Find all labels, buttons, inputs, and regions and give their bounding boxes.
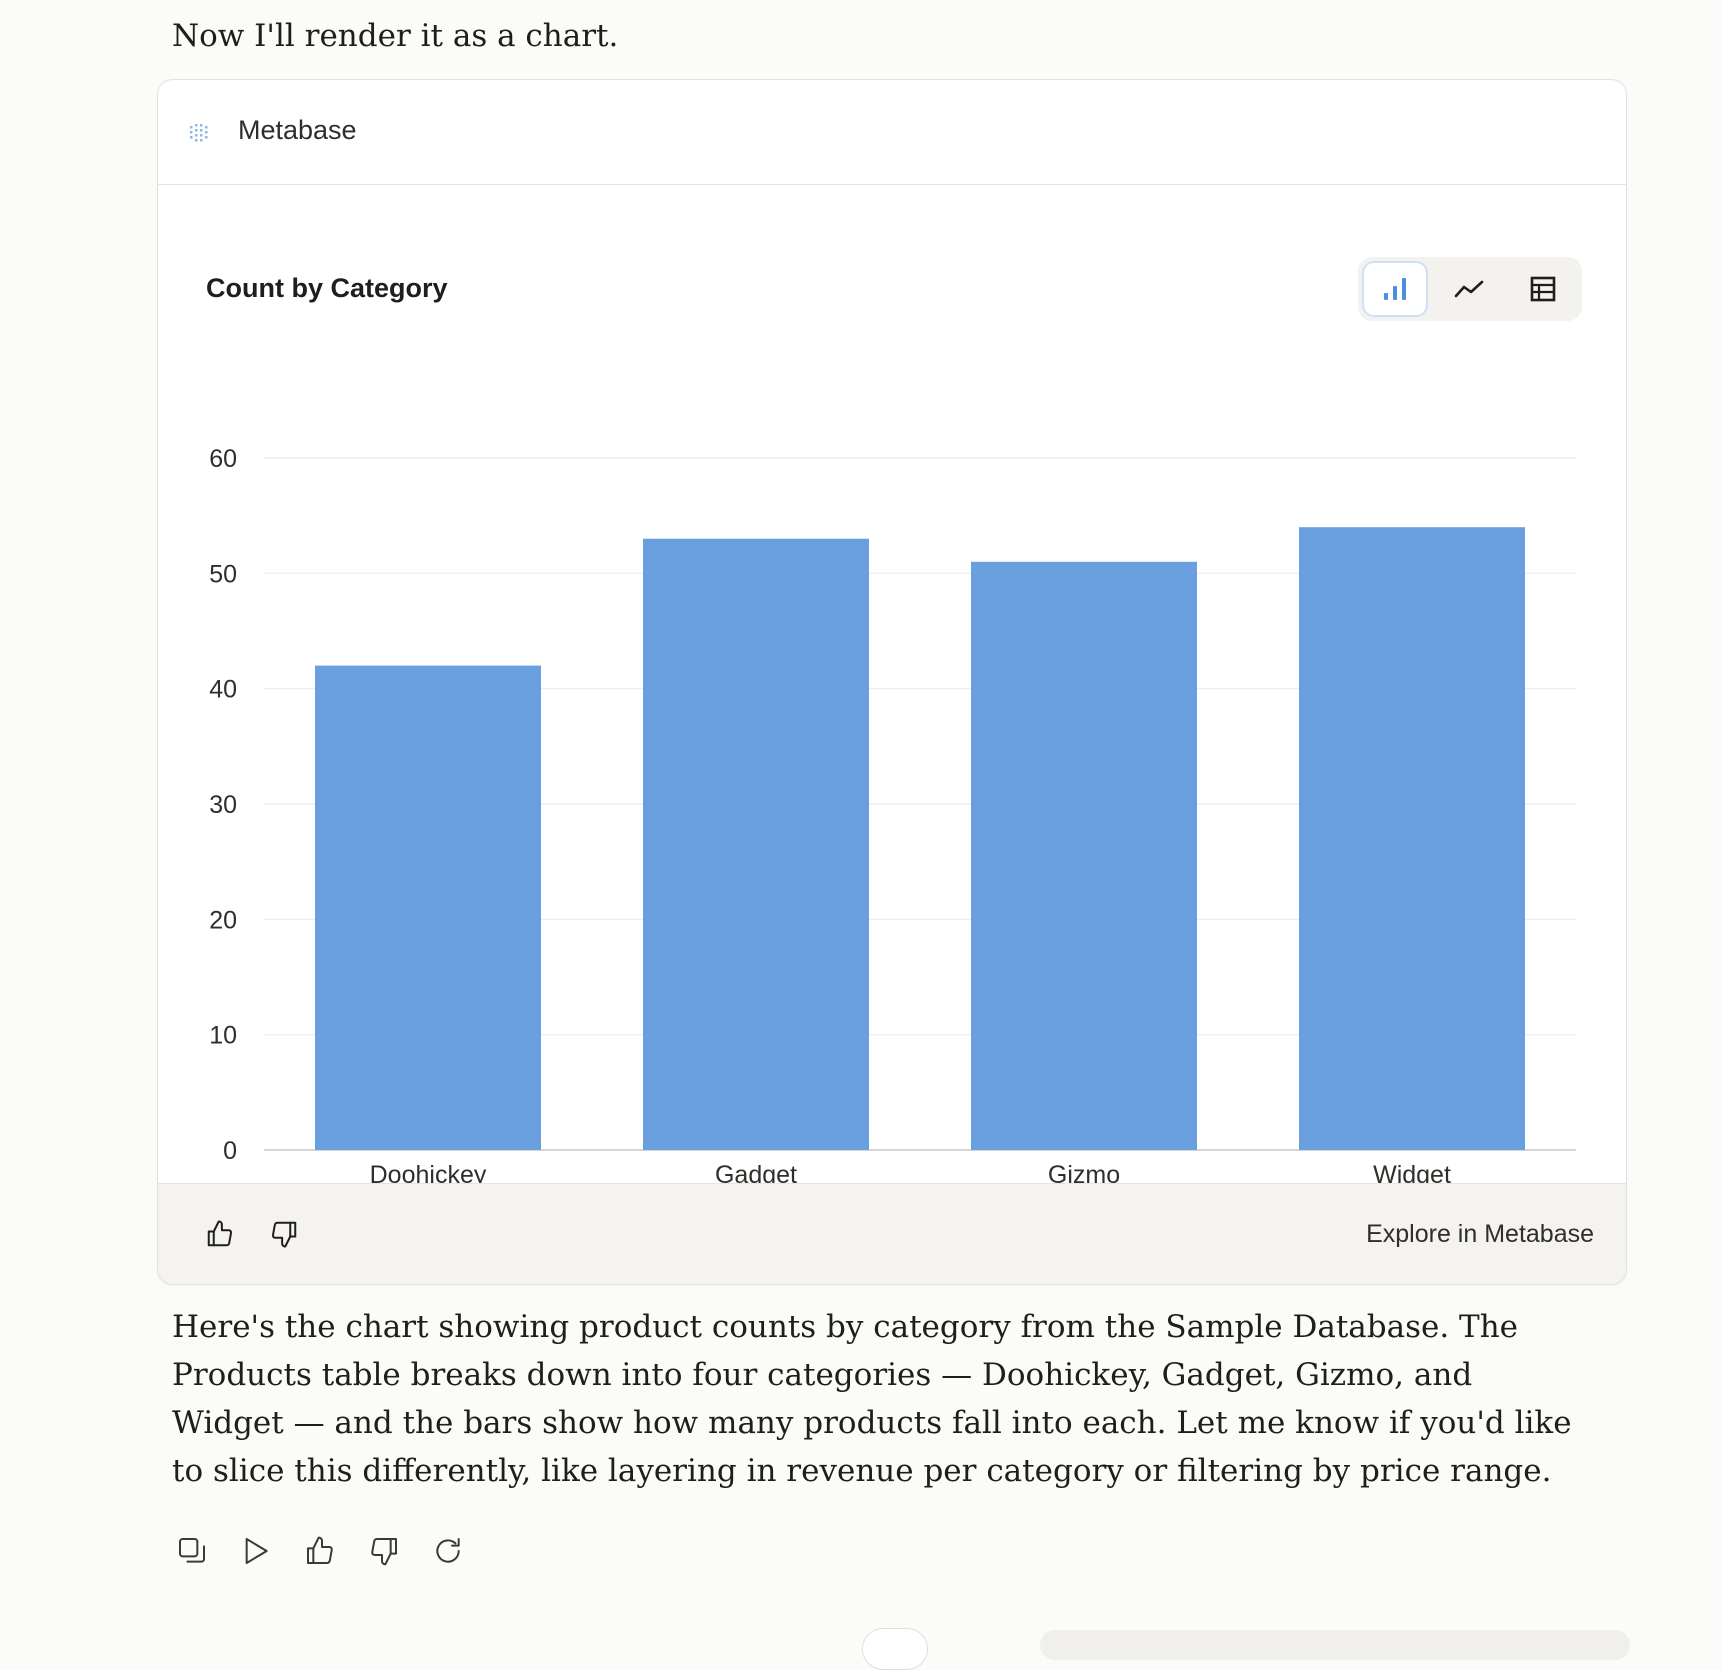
assistant-response: Here's the chart showing product counts … (172, 1309, 1572, 1489)
y-tick-label: 0 (223, 1137, 237, 1165)
read-aloud-button[interactable] (236, 1531, 276, 1571)
response-thumbs-up-button[interactable] (300, 1531, 340, 1571)
line-chart-icon (1454, 280, 1484, 298)
response-thumbs-down-button[interactable] (364, 1531, 404, 1571)
composer-input[interactable] (1040, 1630, 1630, 1660)
app-name: Metabase (238, 115, 357, 145)
thumbs-up-icon (307, 1536, 333, 1564)
thumbs-down-icon (371, 1538, 397, 1566)
retry-button[interactable] (428, 1531, 468, 1571)
y-tick-label: 20 (209, 906, 237, 934)
scroll-down-button[interactable] (862, 1628, 928, 1670)
thumbs-up-button[interactable] (202, 1216, 238, 1252)
bar-chart-icon (1384, 278, 1406, 300)
table-icon (1530, 276, 1556, 302)
card-footer: Explore in Metabase (158, 1183, 1626, 1284)
retry-icon (436, 1538, 460, 1563)
y-tick-label: 30 (209, 791, 237, 819)
bar-chart: 0102030405060Doohickey Gadget Gizmo Widget (209, 445, 1576, 1189)
metabase-logo-icon (190, 124, 208, 142)
bar-gizmo (971, 561, 1197, 1150)
y-tick-label: 60 (209, 445, 237, 473)
bar-widget (1299, 527, 1525, 1150)
play-icon (245, 1538, 268, 1564)
bar-chart-button[interactable] (1362, 261, 1428, 317)
y-tick-label: 40 (209, 676, 237, 704)
bar-doohickey (315, 665, 541, 1150)
explore-in-metabase-link[interactable]: Explore in Metabase (1366, 1220, 1594, 1249)
intro-text: Now I'll render it as a chart. (172, 18, 619, 54)
visualization-toggle (1358, 257, 1582, 321)
y-tick-label: 50 (209, 560, 237, 588)
thumbs-down-icon (271, 1221, 297, 1248)
metabase-chart-card: Metabase Count by Category 0 10 20 30 40 50 60 (157, 79, 1627, 1285)
table-view-button[interactable] (1510, 261, 1576, 317)
thumbs-down-button[interactable] (266, 1216, 302, 1252)
bar-gadget (643, 538, 869, 1150)
line-chart-button[interactable] (1436, 261, 1502, 317)
copy-icon (179, 1538, 205, 1563)
chart-title: Count by Category (206, 273, 448, 303)
thumbs-up-icon (207, 1220, 233, 1247)
card-header: Metabase (158, 80, 1626, 185)
y-tick-label: 10 (209, 1022, 237, 1050)
copy-button[interactable] (172, 1531, 212, 1571)
